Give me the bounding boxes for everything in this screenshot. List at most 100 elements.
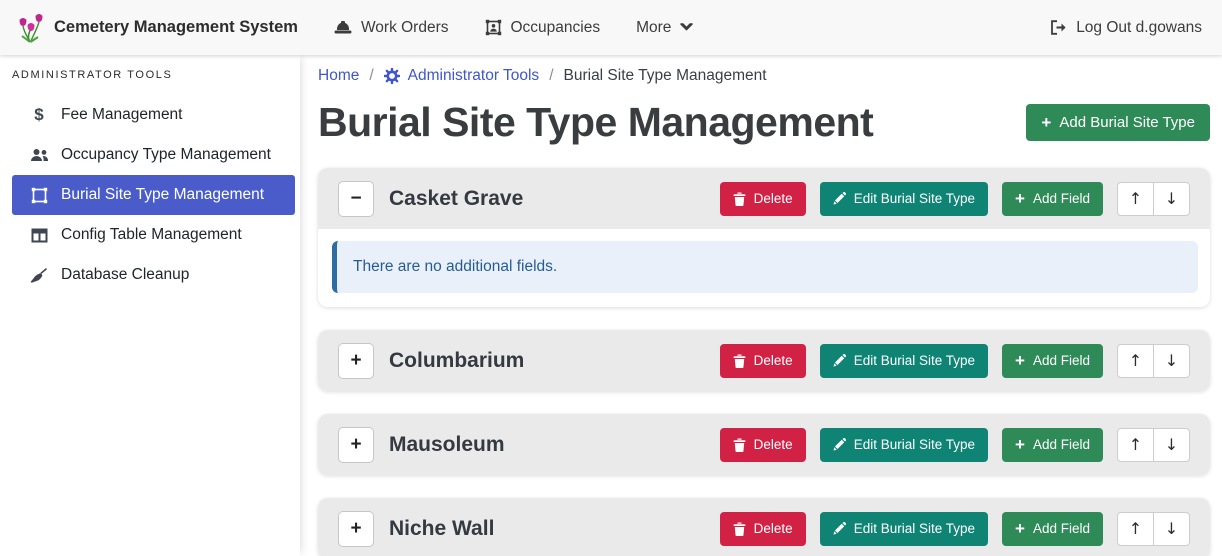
reorder-button-group: ↑ ↓ — [1117, 428, 1190, 462]
burial-site-type-panel: + Niche Wall Delete — [318, 498, 1210, 556]
sign-out-icon — [1050, 20, 1067, 35]
panel-title: Casket Grave — [389, 187, 523, 211]
trash-icon — [733, 192, 746, 206]
pencil-icon — [833, 438, 846, 451]
no-fields-alert: There are no additional fields. — [332, 241, 1198, 293]
nav-item-more[interactable]: More — [636, 19, 693, 37]
sidebar-item-burial-site-type-management[interactable]: Burial Site Type Management — [12, 175, 295, 215]
arrow-up-icon: ↑ — [1129, 519, 1142, 538]
delete-button[interactable]: Delete — [720, 344, 806, 378]
edit-burial-site-type-button[interactable]: Edit Burial Site Type — [820, 428, 988, 462]
occupancy-frame-icon — [485, 19, 502, 36]
delete-button[interactable]: Delete — [720, 512, 806, 546]
sidebar-item-config-table-management[interactable]: Config Table Management — [12, 215, 295, 255]
add-field-label: Add Field — [1033, 521, 1090, 536]
trash-icon — [733, 522, 746, 536]
move-up-button[interactable]: ↑ — [1117, 344, 1154, 378]
pencil-icon — [833, 192, 846, 205]
logout-button[interactable]: Log Out d.gowans — [1050, 19, 1202, 37]
delete-label: Delete — [754, 191, 793, 206]
arrow-up-icon: ↑ — [1129, 351, 1142, 370]
panel-toggle-button[interactable]: − — [338, 181, 374, 217]
nav-item-label: More — [636, 19, 671, 37]
page-shell: ADMINISTRATOR TOOLS $ Fee Management Occ… — [0, 55, 1222, 556]
logout-label: Log Out d.gowans — [1076, 19, 1202, 37]
move-down-button[interactable]: ↓ — [1153, 428, 1190, 462]
panel-toggle-button[interactable]: + — [338, 427, 374, 463]
breadcrumb-home-link[interactable]: Home — [318, 67, 359, 85]
panel-actions: Delete Edit Burial Site Type + Add Field — [720, 428, 1190, 462]
nav-item-label: Work Orders — [361, 19, 449, 37]
move-down-button[interactable]: ↓ — [1153, 512, 1190, 546]
plus-icon: + — [1015, 436, 1025, 453]
sidebar-item-occupancy-type-management[interactable]: Occupancy Type Management — [12, 135, 295, 175]
title-row: Burial Site Type Management + Add Burial… — [318, 99, 1210, 146]
arrow-up-icon: ↑ — [1129, 435, 1142, 454]
delete-button[interactable]: Delete — [720, 182, 806, 216]
plus-icon: + — [1015, 352, 1025, 369]
chevron-down-icon — [680, 23, 693, 32]
move-down-button[interactable]: ↓ — [1153, 344, 1190, 378]
panel-header: − Casket Grave Delete — [318, 168, 1210, 229]
breadcrumb-current: Burial Site Type Management — [564, 67, 767, 85]
add-field-button[interactable]: + Add Field — [1002, 428, 1103, 462]
no-fields-message: There are no additional fields. — [353, 258, 557, 275]
move-down-button[interactable]: ↓ — [1153, 182, 1190, 216]
burial-site-type-list: − Casket Grave Delete — [318, 168, 1210, 556]
broom-icon — [29, 268, 49, 283]
arrow-down-icon: ↓ — [1165, 435, 1178, 454]
arrow-down-icon: ↓ — [1165, 519, 1178, 538]
sidebar-item-label: Occupancy Type Management — [61, 146, 271, 164]
arrow-down-icon: ↓ — [1165, 189, 1178, 208]
sidebar-item-label: Fee Management — [61, 106, 183, 124]
add-field-label: Add Field — [1033, 437, 1090, 452]
breadcrumb-admin-tools-link[interactable]: Administrator Tools — [384, 67, 540, 85]
trash-icon — [733, 354, 746, 368]
nav-item-label: Occupancies — [511, 19, 601, 37]
nav-item-work-orders[interactable]: Work Orders — [334, 19, 449, 37]
edit-burial-site-type-button[interactable]: Edit Burial Site Type — [820, 512, 988, 546]
app-title: Cemetery Management System — [54, 18, 298, 37]
reorder-button-group: ↑ ↓ — [1117, 182, 1190, 216]
move-up-button[interactable]: ↑ — [1117, 512, 1154, 546]
arrow-up-icon: ↑ — [1129, 189, 1142, 208]
panel-title: Mausoleum — [389, 433, 505, 457]
sidebar-item-label: Config Table Management — [61, 226, 242, 244]
plus-icon: + — [1041, 114, 1051, 131]
users-icon — [29, 148, 49, 162]
add-field-button[interactable]: + Add Field — [1002, 344, 1103, 378]
edit-label: Edit Burial Site Type — [854, 437, 975, 452]
edit-burial-site-type-button[interactable]: Edit Burial Site Type — [820, 182, 988, 216]
edit-burial-site-type-button[interactable]: Edit Burial Site Type — [820, 344, 988, 378]
breadcrumb: Home / Administrator Tools / Burial Site… — [318, 67, 1210, 85]
move-up-button[interactable]: ↑ — [1117, 182, 1154, 216]
breadcrumb-admin-tools-label: Administrator Tools — [408, 67, 540, 85]
burial-site-type-panel: − Casket Grave Delete — [318, 168, 1210, 307]
edit-label: Edit Burial Site Type — [854, 521, 975, 536]
add-burial-site-type-label: Add Burial Site Type — [1059, 114, 1195, 131]
panel-toggle-button[interactable]: + — [338, 511, 374, 547]
sidebar-item-fee-management[interactable]: $ Fee Management — [12, 95, 295, 135]
delete-label: Delete — [754, 353, 793, 368]
plus-icon: + — [1015, 190, 1025, 207]
panel-toggle-button[interactable]: + — [338, 343, 374, 379]
delete-button[interactable]: Delete — [720, 428, 806, 462]
pencil-icon — [833, 354, 846, 367]
sidebar-item-database-cleanup[interactable]: Database Cleanup — [12, 255, 295, 295]
add-burial-site-type-button[interactable]: + Add Burial Site Type — [1026, 104, 1210, 141]
move-up-button[interactable]: ↑ — [1117, 428, 1154, 462]
app-brand[interactable]: Cemetery Management System — [18, 13, 298, 43]
panel-actions: Delete Edit Burial Site Type + Add Field — [720, 344, 1190, 378]
edit-label: Edit Burial Site Type — [854, 191, 975, 206]
sidebar-item-label: Burial Site Type Management — [61, 186, 264, 204]
edit-label: Edit Burial Site Type — [854, 353, 975, 368]
add-field-button[interactable]: + Add Field — [1002, 182, 1103, 216]
panel-body: There are no additional fields. — [318, 229, 1210, 307]
add-field-button[interactable]: + Add Field — [1002, 512, 1103, 546]
page-title: Burial Site Type Management — [318, 99, 873, 146]
panel-actions: Delete Edit Burial Site Type + Add Field — [720, 512, 1190, 546]
delete-label: Delete — [754, 521, 793, 536]
reorder-button-group: ↑ ↓ — [1117, 344, 1190, 378]
trash-icon — [733, 438, 746, 452]
nav-item-occupancies[interactable]: Occupancies — [485, 19, 601, 37]
